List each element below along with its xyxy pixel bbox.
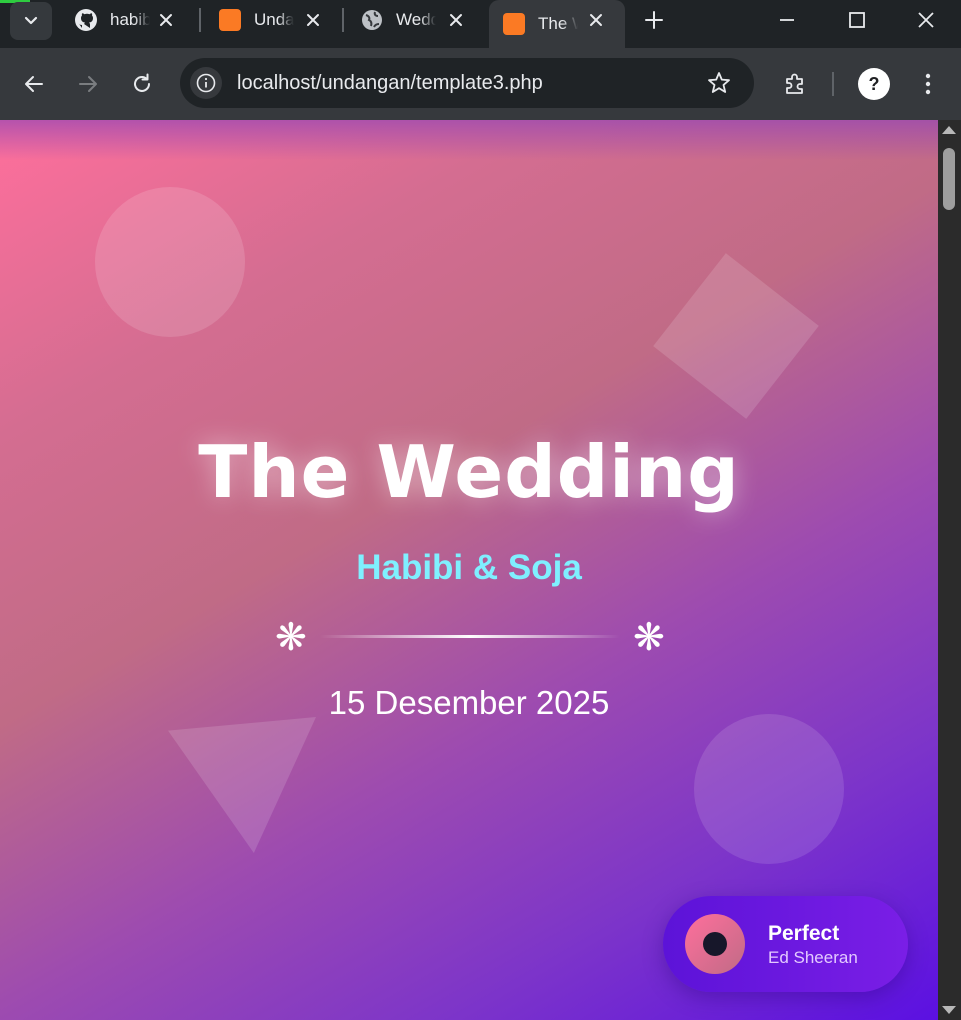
maximize-icon [849,12,865,28]
decorative-triangle [168,717,316,853]
ornament-divider: ❋ ❋ [275,618,665,658]
close-icon[interactable] [302,9,324,31]
xampp-icon [218,8,242,32]
close-icon[interactable] [585,9,607,31]
tab-undangan[interactable]: Undangan [202,0,342,40]
arrow-right-icon [79,76,97,92]
disc-center [703,932,727,956]
flower-icon: ❋ [633,617,665,659]
close-window-button[interactable] [891,0,961,40]
page-viewport: The Wedding Habibi & Soja ❋ ❋ 15 Desembe… [0,120,938,1020]
minimize-icon [780,19,794,21]
decorative-circle [694,714,844,864]
info-icon [196,73,216,93]
wedding-date: 15 Desember 2025 [328,684,610,721]
forward-button[interactable] [68,64,108,104]
tab-separator [199,8,201,32]
tab-title: habibi [110,10,150,29]
maximize-button[interactable] [822,0,892,40]
minimize-button[interactable] [752,0,822,40]
music-disc-icon[interactable] [685,914,745,974]
tab-the-wedding[interactable]: The Wedding [489,0,625,48]
help-button[interactable]: ? [858,68,890,100]
divider-line [320,635,620,638]
song-title: Perfect [768,922,840,945]
tab-habibi[interactable]: habibi [60,0,195,40]
more-vertical-icon [925,73,931,95]
chevron-down-icon [24,16,38,25]
reload-button[interactable] [122,64,162,104]
wedding-title: The Wedding [198,430,740,514]
scroll-up-arrow-icon[interactable] [942,126,956,134]
browser-toolbar: localhost/undangan/template3.php ? [0,48,961,120]
flower-icon: ❋ [275,617,307,659]
site-info-button[interactable] [190,67,222,99]
browser-titlebar: habibi Undangan Wedding The Wedding [0,0,961,48]
reload-icon [134,73,150,92]
toolbar-divider [832,72,834,96]
tab-search-button[interactable] [10,2,52,40]
vertical-scrollbar[interactable] [938,120,961,1020]
music-player[interactable]: Perfect Ed Sheeran [663,896,908,992]
xampp-icon [502,12,526,36]
tab-separator [342,8,344,32]
back-button[interactable] [14,64,54,104]
globe-icon [360,8,384,32]
menu-button[interactable] [908,64,948,104]
new-tab-plus-icon[interactable] [640,6,668,34]
url-text[interactable]: localhost/undangan/template3.php [237,72,543,95]
close-icon [918,12,934,28]
github-icon [74,8,98,32]
close-icon[interactable] [445,9,467,31]
song-artist: Ed Sheeran [768,948,858,967]
address-bar[interactable]: localhost/undangan/template3.php [180,58,754,108]
arrow-left-icon [25,76,43,92]
tab-wedding[interactable]: Wedding [345,0,485,40]
extensions-button[interactable] [775,64,815,104]
couple-names: Habibi & Soja [356,548,582,587]
tab-title: The Wedding [538,14,578,33]
bookmark-star-icon[interactable] [706,70,732,96]
decorative-square [653,253,819,419]
tab-title: Undangan [254,10,294,29]
question-icon: ? [868,73,880,94]
tab-title: Wedding [396,10,436,29]
scrollbar-thumb[interactable] [943,148,955,210]
decorative-circle [95,187,245,337]
close-icon[interactable] [155,9,177,31]
scroll-down-arrow-icon[interactable] [942,1006,956,1014]
puzzle-icon [786,73,803,94]
